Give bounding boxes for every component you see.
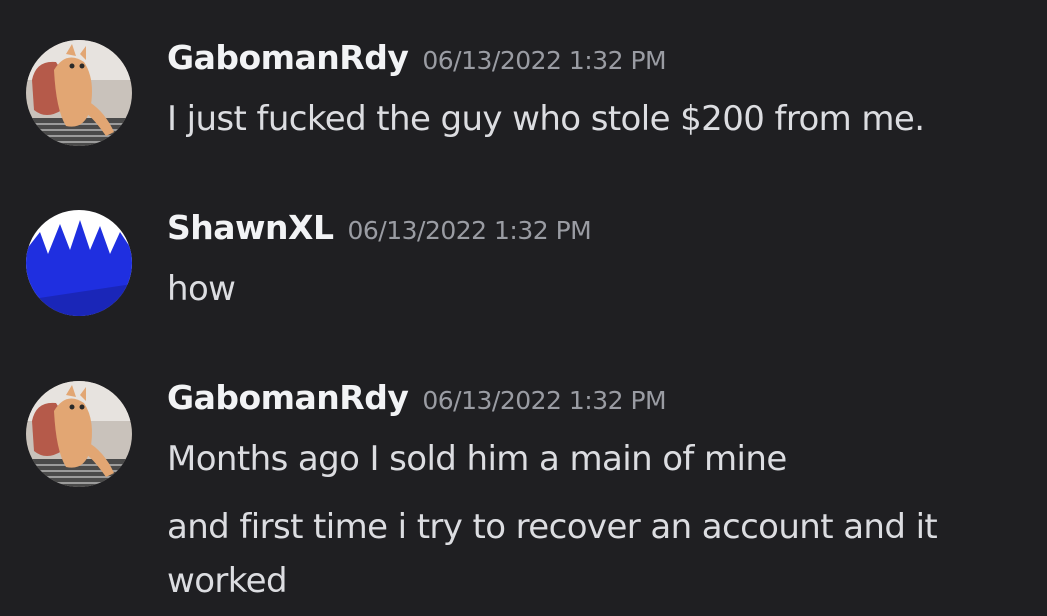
username[interactable]: ShawnXL [167, 208, 334, 247]
timestamp[interactable]: 06/13/2022 1:32 PM [347, 216, 591, 245]
cat-avatar-icon[interactable] [26, 40, 132, 146]
timestamp[interactable]: 06/13/2022 1:32 PM [422, 386, 666, 415]
message-header: ShawnXL 06/13/2022 1:32 PM [167, 208, 592, 247]
message-header: GabomanRdy 06/13/2022 1:32 PM [167, 38, 667, 77]
username[interactable]: GabomanRdy [167, 38, 409, 77]
message-header: GabomanRdy 06/13/2022 1:32 PM [167, 378, 667, 417]
cat-avatar-icon[interactable] [26, 381, 132, 487]
timestamp[interactable]: 06/13/2022 1:32 PM [422, 46, 666, 75]
message-text: Months ago I sold him a main of mine [167, 439, 787, 479]
chat-log: GabomanRdy 06/13/2022 1:32 PM I just fuck… [0, 0, 1047, 616]
blue-crown-avatar-icon[interactable] [26, 210, 132, 316]
message-text: and first time i try to recover an accou… [167, 507, 938, 547]
message-text: how [167, 269, 236, 309]
message-text: worked [167, 561, 288, 601]
message-text: I just fucked the guy who stole $200 fro… [167, 99, 925, 139]
username[interactable]: GabomanRdy [167, 378, 409, 417]
